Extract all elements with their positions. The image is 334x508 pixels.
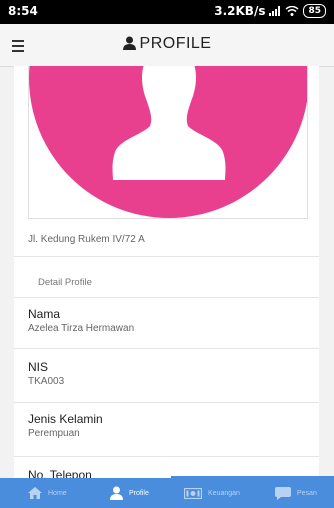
profile-photo-frame (28, 66, 308, 219)
divider (14, 256, 319, 257)
field-value-gender: Perempuan (28, 428, 80, 439)
divider (14, 402, 319, 403)
signal-icon (269, 6, 281, 16)
section-title: Detail Profile (38, 277, 92, 288)
nav-label-pesan: Pesan (297, 489, 317, 497)
network-speed: 3.2KB/s (214, 4, 266, 18)
avatar (29, 66, 307, 218)
divider (14, 348, 319, 349)
field-label-phone: No. Telepon (28, 468, 92, 478)
nav-item-pesan[interactable]: Pesan (275, 478, 317, 508)
app-bar: PROFILE (0, 24, 334, 67)
nav-label-keuangan: Keuangan (208, 489, 240, 497)
status-time: 8:54 (8, 4, 38, 18)
chat-icon (275, 486, 291, 500)
wifi-icon (285, 6, 299, 16)
nav-label-home: Home (48, 489, 67, 497)
money-icon (184, 487, 202, 499)
page-title: PROFILE (0, 35, 334, 53)
nav-label-profile: Profile (129, 489, 149, 497)
field-label-nis: NIS (28, 360, 49, 374)
field-value-nis: TKA003 (28, 376, 65, 387)
page-title-text: PROFILE (139, 35, 212, 52)
battery-icon: 85 (303, 4, 326, 18)
nav-item-home[interactable]: Home (28, 478, 67, 508)
nav-item-profile[interactable]: Profile (110, 478, 149, 508)
profile-content[interactable]: Jl. Kedung Rukem IV/72 A Detail Profile … (14, 66, 319, 478)
person-icon (122, 36, 136, 50)
status-bar: 8:54 3.2KB/s 85 (0, 0, 334, 24)
field-value-nama: Azelea Tirza Hermawan (28, 323, 135, 334)
home-icon (28, 487, 42, 499)
person-icon (110, 486, 123, 500)
profile-address: Jl. Kedung Rukem IV/72 A (28, 234, 145, 245)
divider (14, 456, 319, 457)
nav-item-keuangan[interactable]: Keuangan (184, 478, 240, 508)
bottom-nav: Home Profile Keuangan Pesan (0, 478, 334, 508)
field-label-gender: Jenis Kelamin (28, 412, 103, 426)
status-indicators: 3.2KB/s 85 (214, 4, 326, 18)
field-label-nama: Nama (28, 307, 61, 321)
divider (14, 297, 319, 298)
